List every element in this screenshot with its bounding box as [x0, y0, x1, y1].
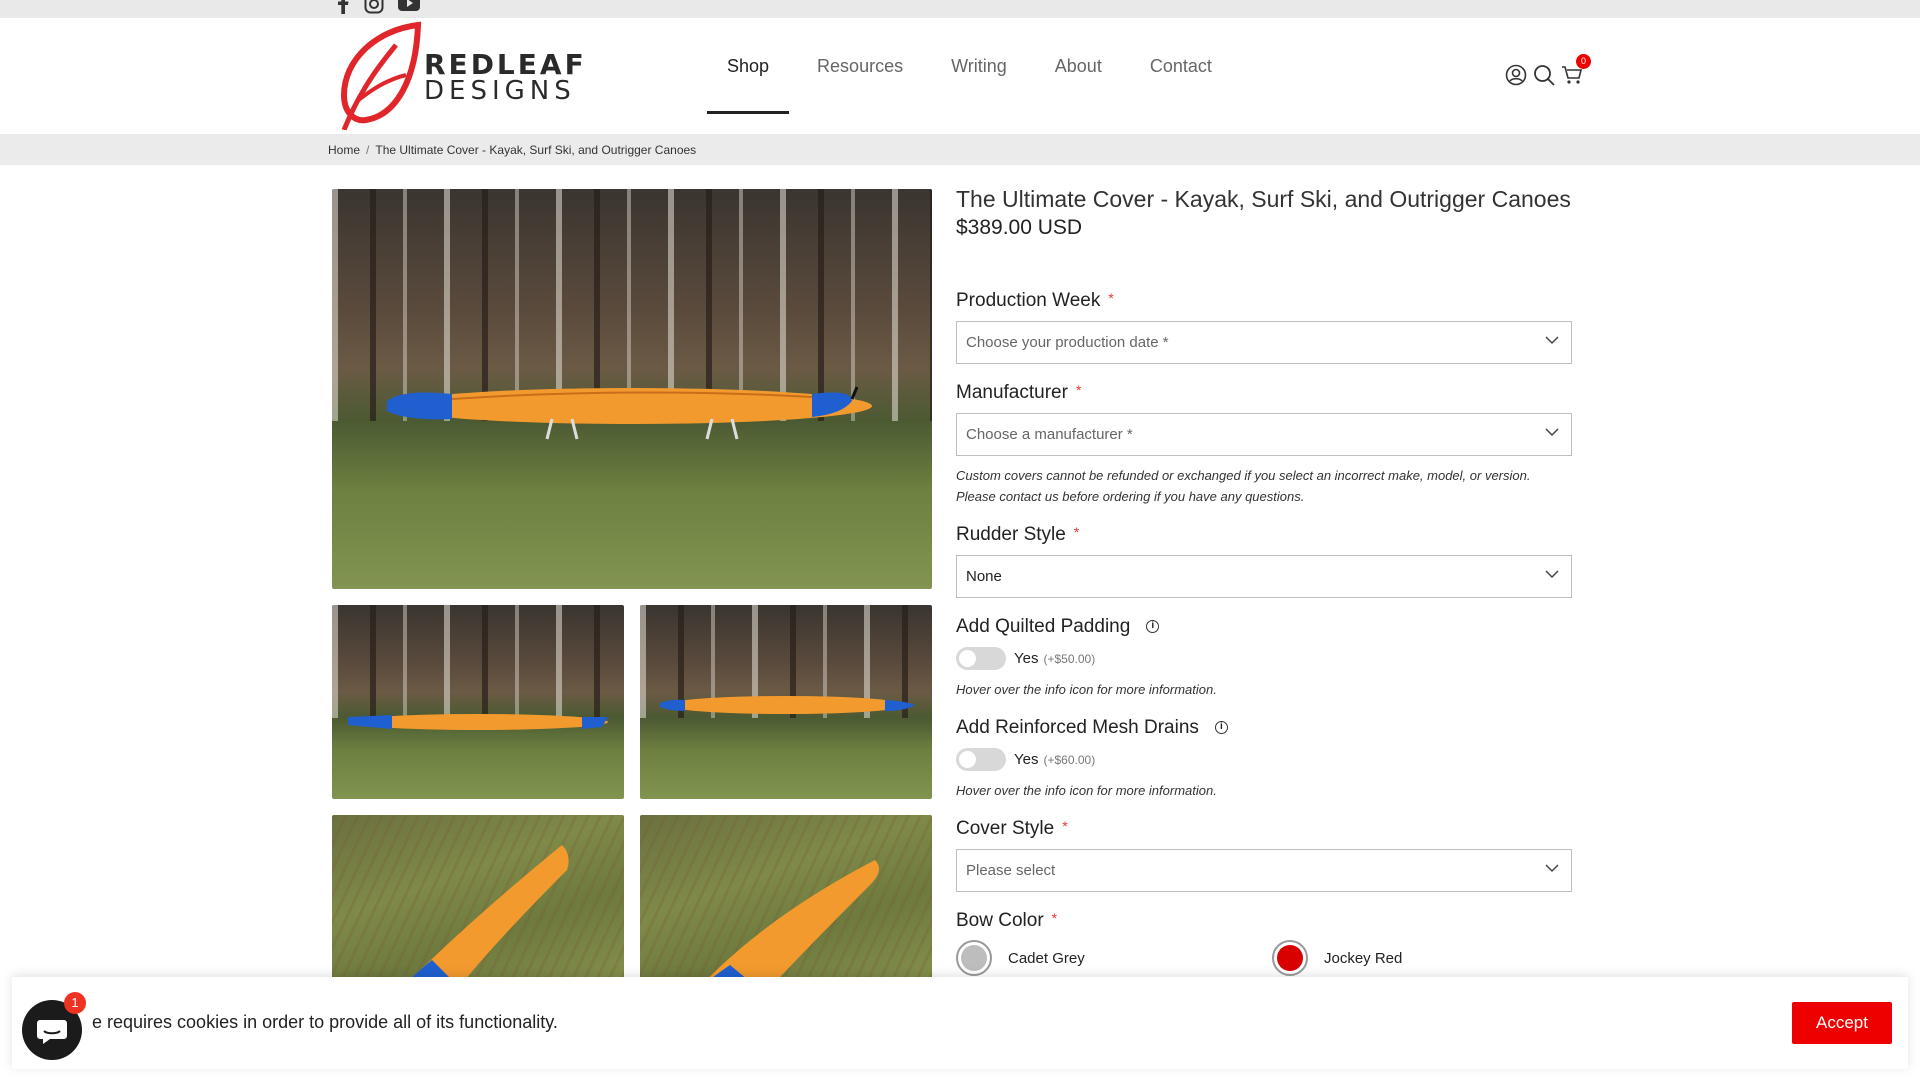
- manufacturer-label: Manufacturer *: [956, 382, 1081, 404]
- swatch-label: Cadet Grey: [1008, 949, 1085, 967]
- chat-notification-badge: 1: [64, 992, 86, 1014]
- nav-resources[interactable]: Resources: [797, 18, 923, 114]
- info-icon[interactable]: i: [1214, 721, 1228, 734]
- mesh-drains-label-text: Add Reinforced Mesh Drains: [956, 717, 1199, 738]
- info-icon[interactable]: i: [1146, 620, 1160, 633]
- required-marker: *: [1108, 290, 1114, 306]
- cookie-message: e requires cookies in order to provide a…: [92, 1012, 558, 1032]
- cart-count-badge: 0: [1576, 54, 1591, 69]
- cookie-banner: e requires cookies in order to provide a…: [12, 977, 1908, 1069]
- bow-color-swatch-jockey-red[interactable]: Jockey Red: [1272, 940, 1402, 976]
- nav-writing[interactable]: Writing: [931, 18, 1027, 114]
- header-actions: 0: [1505, 54, 1591, 86]
- account-icon[interactable]: [1505, 64, 1527, 86]
- rudder-style-label-text: Rudder Style: [956, 524, 1066, 545]
- cover-style-placeholder: Please select: [966, 862, 1056, 879]
- required-marker: *: [1051, 910, 1058, 926]
- required-marker: *: [1075, 382, 1082, 398]
- quilted-padding-label: Add Quilted Padding i: [956, 616, 1160, 638]
- required-marker: *: [1073, 524, 1080, 540]
- mesh-drains-yes-label: Yes: [1014, 751, 1039, 768]
- toggle-knob: [959, 650, 976, 667]
- product-thumbnail-2[interactable]: [640, 605, 932, 799]
- kayak-illustration: [348, 714, 608, 730]
- chevron-down-icon: [1545, 336, 1559, 345]
- breadcrumb-current: The Ultimate Cover - Kayak, Surf Ski, an…: [375, 143, 697, 157]
- social-links: [336, 0, 420, 14]
- chevron-down-icon: [1545, 864, 1559, 873]
- mesh-drains-label: Add Reinforced Mesh Drains i: [956, 717, 1228, 739]
- chevron-down-icon: [1545, 428, 1559, 437]
- cover-style-label-text: Cover Style: [956, 818, 1055, 839]
- social-bar: [0, 0, 1920, 18]
- manufacturer-note: Custom covers cannot be refunded or exch…: [956, 468, 1531, 504]
- accept-cookies-button[interactable]: Accept: [1792, 1002, 1892, 1044]
- quilted-padding-label-text: Add Quilted Padding: [956, 616, 1131, 637]
- rudder-style-select[interactable]: None: [956, 555, 1572, 598]
- product-price: $389.00 USD: [956, 216, 1083, 239]
- rudder-style-label: Rudder Style *: [956, 524, 1079, 546]
- mesh-drains-toggle-row: Yes (+$60.00): [956, 748, 1095, 771]
- product-thumbnail-1[interactable]: [332, 605, 624, 799]
- swatch-circle[interactable]: [956, 940, 992, 976]
- quilted-padding-note: Hover over the info icon for more inform…: [956, 682, 1217, 697]
- manufacturer-select[interactable]: Choose a manufacturer *: [956, 413, 1572, 456]
- bow-color-label: Bow Color *: [956, 910, 1057, 932]
- breadcrumb: Home / The Ultimate Cover - Kayak, Surf …: [0, 134, 1920, 165]
- product-title: The Ultimate Cover - Kayak, Surf Ski, an…: [956, 186, 1571, 212]
- nav-about[interactable]: About: [1035, 18, 1122, 114]
- cover-style-select[interactable]: Please select: [956, 849, 1572, 892]
- cart-icon[interactable]: 0: [1561, 54, 1591, 86]
- kayak-illustration: [660, 696, 915, 714]
- production-week-label: Production Week *: [956, 290, 1114, 312]
- production-week-select[interactable]: Choose your production date *: [956, 321, 1572, 364]
- search-icon[interactable]: [1533, 64, 1555, 86]
- swatch-color: [961, 945, 987, 971]
- quilted-padding-toggle[interactable]: [956, 647, 1006, 670]
- kayak-illustration: [387, 386, 872, 440]
- quilted-padding-toggle-row: Yes (+$50.00): [956, 647, 1095, 670]
- swatch-color: [1277, 945, 1303, 971]
- nav-contact[interactable]: Contact: [1130, 18, 1232, 114]
- cover-style-label: Cover Style *: [956, 818, 1068, 840]
- chevron-down-icon: [1545, 570, 1559, 579]
- production-week-placeholder: Choose your production date *: [966, 334, 1169, 351]
- site-header: REDLEAF DESIGNS Shop Resources Writing A…: [0, 18, 1920, 134]
- breadcrumb-home[interactable]: Home: [328, 143, 360, 157]
- youtube-icon[interactable]: [398, 0, 420, 12]
- leaf-logo-icon: [340, 21, 422, 130]
- product-main-image[interactable]: [332, 189, 932, 589]
- logo[interactable]: REDLEAF DESIGNS: [336, 20, 584, 130]
- swatch-circle[interactable]: [1272, 940, 1308, 976]
- swatch-label: Jockey Red: [1324, 949, 1403, 967]
- nav-shop[interactable]: Shop: [707, 18, 790, 114]
- rudder-style-value: None: [966, 568, 1002, 585]
- quilted-padding-price: (+$50.00): [1043, 651, 1096, 666]
- breadcrumb-separator: /: [366, 143, 370, 157]
- bow-color-label-text: Bow Color: [956, 910, 1044, 931]
- instagram-icon[interactable]: [364, 0, 384, 14]
- main-nav: Shop Resources Writing About Contact: [707, 18, 1232, 114]
- mesh-drains-toggle[interactable]: [956, 748, 1006, 771]
- production-week-label-text: Production Week: [956, 290, 1101, 311]
- brand-line-2: DESIGNS: [424, 76, 576, 106]
- product-panel: The Ultimate Cover - Kayak, Surf Ski, an…: [956, 184, 1572, 976]
- toggle-knob: [959, 751, 976, 768]
- mesh-drains-note: Hover over the info icon for more inform…: [956, 783, 1217, 798]
- mesh-drains-price: (+$60.00): [1043, 752, 1096, 767]
- manufacturer-placeholder: Choose a manufacturer *: [966, 426, 1133, 443]
- required-marker: *: [1062, 818, 1068, 834]
- bow-color-swatch-cadet-grey[interactable]: Cadet Grey: [956, 940, 1085, 976]
- manufacturer-label-text: Manufacturer: [956, 382, 1068, 403]
- facebook-icon[interactable]: [336, 0, 350, 14]
- quilted-padding-yes-label: Yes: [1014, 650, 1039, 667]
